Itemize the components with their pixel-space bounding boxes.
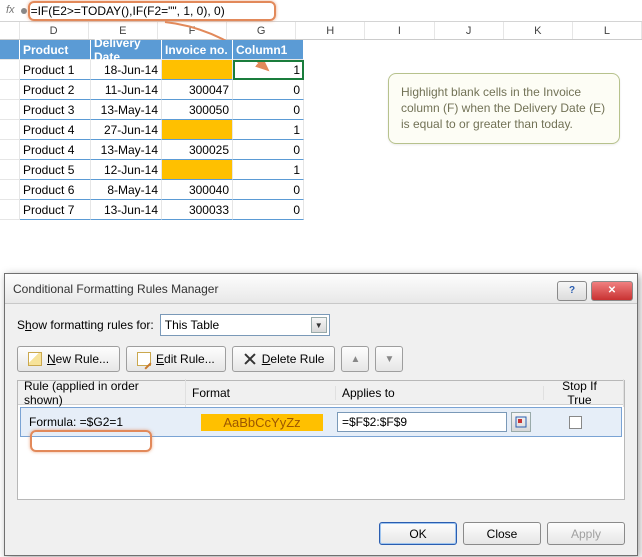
help-button[interactable]: ?: [557, 281, 587, 301]
cell-column1[interactable]: 0: [233, 140, 304, 160]
cell-delivery-date[interactable]: 27-Jun-14: [91, 120, 162, 140]
cell-column1[interactable]: 0: [233, 180, 304, 200]
new-rule-icon: [28, 352, 42, 366]
header-product[interactable]: Product: [20, 40, 91, 60]
close-button[interactable]: ✕: [591, 281, 633, 301]
cell-invoice-no[interactable]: 300033: [162, 200, 233, 220]
explanation-callout: Highlight blank cells in the Invoice col…: [388, 73, 620, 144]
cell-invoice-no[interactable]: 300040: [162, 180, 233, 200]
cell-delivery-date[interactable]: 13-May-14: [91, 100, 162, 120]
col-stop: Stop If True: [544, 379, 624, 407]
range-picker-icon: [515, 416, 527, 428]
dialog-title: Conditional Formatting Rules Manager: [13, 282, 218, 296]
stop-if-true-checkbox[interactable]: [569, 416, 582, 429]
header-column1[interactable]: Column1: [233, 40, 304, 60]
scope-select[interactable]: This Table ▼: [160, 314, 330, 336]
move-down-button[interactable]: ▼: [375, 346, 403, 372]
col-header-K[interactable]: K: [504, 22, 573, 39]
delete-rule-icon: [243, 352, 257, 366]
col-applies: Applies to: [336, 386, 544, 400]
cell-delivery-date[interactable]: 12-Jun-14: [91, 160, 162, 180]
cell-delivery-date[interactable]: 8-May-14: [91, 180, 162, 200]
scope-label: Show formatting rules for:: [17, 318, 154, 332]
rule-formula-text: Formula: =$G2=1: [21, 415, 187, 429]
chevron-down-icon: ▼: [311, 317, 327, 333]
col-header-spacer: [0, 22, 20, 39]
new-rule-button[interactable]: New Rule...: [17, 346, 120, 372]
cell-product[interactable]: Product 4: [20, 120, 91, 140]
anchor-indicator: [21, 8, 27, 14]
applies-to-input[interactable]: [337, 412, 507, 432]
table-header-row: Product Delivery Date Invoice no. Column…: [0, 40, 642, 60]
cell-column1[interactable]: 1: [233, 60, 304, 80]
col-rule: Rule (applied in order shown): [18, 379, 186, 407]
col-header-G[interactable]: G: [227, 22, 296, 39]
cell-product[interactable]: Product 3: [20, 100, 91, 120]
cell-invoice-no[interactable]: 300025: [162, 140, 233, 160]
move-up-button[interactable]: ▲: [341, 346, 369, 372]
table-row: Product 713-Jun-143000330: [0, 200, 642, 220]
cell-invoice-no[interactable]: [162, 160, 233, 180]
apply-button[interactable]: Apply: [547, 522, 625, 545]
col-header-L[interactable]: L: [573, 22, 642, 39]
header-invoice-no[interactable]: Invoice no.: [162, 40, 233, 60]
cell-delivery-date[interactable]: 11-Jun-14: [91, 80, 162, 100]
formula-bar: fx =IF(E2>=TODAY(),IF(F2="", 1, 0), 0): [0, 0, 642, 22]
ok-button[interactable]: OK: [379, 522, 457, 545]
cell-product[interactable]: Product 5: [20, 160, 91, 180]
cell-invoice-no[interactable]: 300050: [162, 100, 233, 120]
col-header-D[interactable]: D: [20, 22, 89, 39]
cell-product[interactable]: Product 2: [20, 80, 91, 100]
cell-product[interactable]: Product 7: [20, 200, 91, 220]
close-dialog-button[interactable]: Close: [463, 522, 541, 545]
cell-product[interactable]: Product 6: [20, 180, 91, 200]
col-header-F[interactable]: F: [158, 22, 227, 39]
cell-column1[interactable]: 1: [233, 160, 304, 180]
header-delivery-date[interactable]: Delivery Date: [91, 40, 162, 60]
cell-invoice-no[interactable]: 300047: [162, 80, 233, 100]
col-header-H[interactable]: H: [296, 22, 365, 39]
cell-column1[interactable]: 0: [233, 200, 304, 220]
cell-delivery-date[interactable]: 13-May-14: [91, 140, 162, 160]
cell-column1[interactable]: 0: [233, 100, 304, 120]
col-header-I[interactable]: I: [365, 22, 434, 39]
cell-invoice-no[interactable]: [162, 120, 233, 140]
range-picker-button[interactable]: [511, 412, 531, 432]
rule-row[interactable]: Formula: =$G2=1 AaBbCcYyZz: [20, 407, 622, 437]
fx-label: fx: [6, 5, 15, 16]
formula-input[interactable]: =IF(E2>=TODAY(),IF(F2="", 1, 0), 0): [31, 4, 225, 18]
cell-column1[interactable]: 0: [233, 80, 304, 100]
table-row: Product 512-Jun-14 1: [0, 160, 642, 180]
conditional-formatting-dialog: Conditional Formatting Rules Manager ? ✕…: [4, 273, 638, 556]
table-row: Product 68-May-143000400: [0, 180, 642, 200]
col-format: Format: [186, 386, 336, 400]
cell-delivery-date[interactable]: 18-Jun-14: [91, 60, 162, 80]
cell-product[interactable]: Product 1: [20, 60, 91, 80]
delete-rule-button[interactable]: Delete Rule: [232, 346, 336, 372]
rules-list: Rule (applied in order shown) Format App…: [17, 380, 625, 500]
cell-invoice-no[interactable]: [162, 60, 233, 80]
edit-rule-button[interactable]: Edit Rule...: [126, 346, 226, 372]
col-header-J[interactable]: J: [435, 22, 504, 39]
scope-value: This Table: [165, 318, 219, 332]
cell-product[interactable]: Product 4: [20, 140, 91, 160]
cell-delivery-date[interactable]: 13-Jun-14: [91, 200, 162, 220]
cell-column1[interactable]: 1: [233, 120, 304, 140]
format-preview: AaBbCcYyZz: [201, 414, 322, 431]
edit-rule-icon: [137, 352, 151, 366]
dialog-title-bar[interactable]: Conditional Formatting Rules Manager ? ✕: [5, 274, 637, 304]
